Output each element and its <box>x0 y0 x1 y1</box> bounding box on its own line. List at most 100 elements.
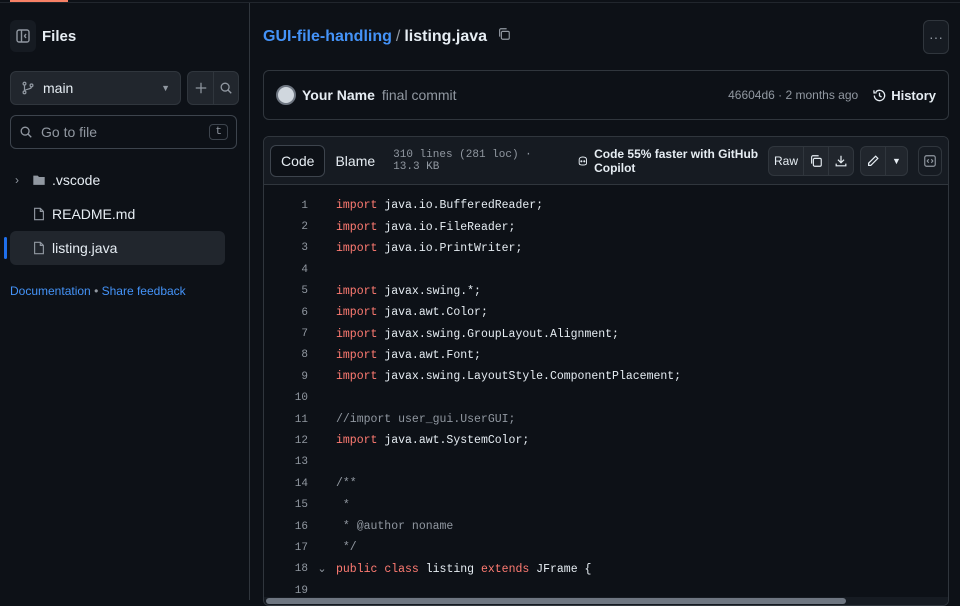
code-line: 5 import javax.swing.*; <box>264 281 948 302</box>
line-number[interactable]: 7 <box>264 328 308 340</box>
scrollbar-thumb[interactable] <box>266 598 846 604</box>
code-keyword: import <box>336 220 378 234</box>
line-number[interactable]: 8 <box>264 349 308 361</box>
code-keyword: import <box>336 370 378 384</box>
code-text: /** <box>336 477 357 490</box>
tab-blame[interactable]: Blame <box>325 145 385 177</box>
code-keyword: import <box>336 306 378 320</box>
latest-commit-bar: Your Name final commit 46604d6 · 2 month… <box>263 70 949 120</box>
copilot-label: Code 55% faster with GitHub Copilot <box>594 146 759 175</box>
code-line: 8 import java.awt.Font; <box>264 345 948 366</box>
code-line: 6 import java.awt.Color; <box>264 302 948 323</box>
line-number[interactable]: 19 <box>264 585 308 597</box>
branch-controls: main ▼ <box>10 71 239 105</box>
tree-item-listing-java[interactable]: listing.java <box>4 231 225 265</box>
code-text: //import user_gui.UserGUI; <box>336 413 515 426</box>
file-icon <box>34 241 44 255</box>
line-number[interactable]: 16 <box>264 521 308 533</box>
share-feedback-link[interactable]: Share feedback <box>102 284 186 298</box>
copilot-icon <box>579 156 588 165</box>
commit-meta[interactable]: 46604d6 · 2 months ago <box>728 88 858 102</box>
add-file-button[interactable] <box>188 72 213 104</box>
chevron-right-icon[interactable]: › <box>10 173 24 187</box>
history-button[interactable]: History <box>872 88 936 103</box>
code-line: 13 <box>264 452 948 473</box>
file-info: 310 lines (281 loc) · 13.3 KB <box>393 148 532 173</box>
branch-selector[interactable]: main ▼ <box>10 71 181 105</box>
file-header-toolbar: Code Blame 310 lines (281 loc) · 13.3 KB… <box>264 137 948 185</box>
code-line: 18 ⌄ public class listing extends JFrame { <box>264 559 948 580</box>
edit-options-button[interactable]: ▼ <box>885 146 907 175</box>
tree-item-label: listing.java <box>52 240 118 256</box>
code-token: javax.swing.LayoutStyle.ComponentPlaceme… <box>377 370 682 384</box>
line-number[interactable]: 6 <box>264 307 308 319</box>
go-to-file-input[interactable]: Go to file t <box>10 115 237 149</box>
file-tree-sidebar: Files main ▼ Go to file t › .vscode READ… <box>0 3 250 600</box>
line-number[interactable]: 18 <box>264 563 308 575</box>
code-text: import javax.swing.GroupLayout.Alignment… <box>336 328 619 341</box>
code-viewer[interactable]: 1 import java.io.BufferedReader; 2 import j… <box>264 185 948 601</box>
code-line: 10 <box>264 388 948 409</box>
line-number[interactable]: 13 <box>264 456 308 468</box>
tree-item-label: .vscode <box>52 172 101 188</box>
sidebar-header: Files <box>10 20 76 52</box>
commit-message[interactable]: final commit <box>382 87 457 103</box>
commit-author[interactable]: Your Name <box>302 87 375 103</box>
breadcrumb-repo-link[interactable]: GUI-file-handling <box>263 28 392 46</box>
line-number[interactable]: 5 <box>264 285 308 297</box>
sidebar-collapse-icon <box>16 29 30 43</box>
avatar[interactable] <box>276 85 296 105</box>
raw-button[interactable]: Raw <box>769 147 803 175</box>
code-keyword: class <box>384 562 419 576</box>
code-line: 2 import java.io.FileReader; <box>264 216 948 237</box>
tree-action-group <box>187 71 239 105</box>
copilot-promo[interactable]: Code 55% faster with GitHub Copilot <box>577 147 768 175</box>
code-line: 7 import javax.swing.GroupLayout.Alignmen… <box>264 323 948 344</box>
tab-code[interactable]: Code <box>270 144 326 177</box>
code-text: import java.io.BufferedReader; <box>336 199 543 212</box>
code-token: java.io.BufferedReader; <box>377 199 544 213</box>
line-number[interactable]: 14 <box>264 478 308 490</box>
fold-toggle[interactable]: ⌄ <box>308 562 336 576</box>
line-number[interactable]: 9 <box>264 371 308 383</box>
tree-item-readme[interactable]: README.md <box>0 197 250 231</box>
code-text: import java.io.FileReader; <box>336 221 515 234</box>
line-number[interactable]: 11 <box>264 414 308 426</box>
copy-raw-button[interactable] <box>803 146 828 175</box>
line-number[interactable]: 17 <box>264 542 308 554</box>
code-comment: * <box>336 498 350 512</box>
line-number[interactable]: 2 <box>264 221 308 233</box>
symbols-button[interactable] <box>918 145 942 176</box>
code-comment: //import user_gui.UserGUI; <box>336 413 516 427</box>
more-options-button[interactable]: ··· <box>923 20 949 54</box>
download-button[interactable] <box>828 146 853 175</box>
branch-name: main <box>43 80 74 96</box>
copy-path-button[interactable] <box>497 27 511 46</box>
search-icon <box>20 126 32 138</box>
edit-button[interactable] <box>861 147 885 175</box>
code-line: 3 import java.io.PrintWriter; <box>264 238 948 259</box>
code-text: public class listing extends JFrame { <box>336 563 591 576</box>
tree-item-label: README.md <box>52 206 136 222</box>
code-keyword: import <box>336 327 378 341</box>
search-files-button[interactable] <box>213 72 238 104</box>
line-number[interactable]: 1 <box>264 200 308 212</box>
code-token: listing <box>418 562 481 576</box>
line-number[interactable]: 12 <box>264 435 308 447</box>
documentation-link[interactable]: Documentation <box>10 284 91 298</box>
code-line: 4 <box>264 259 948 280</box>
tree-item-vscode[interactable]: › .vscode <box>0 163 250 197</box>
line-number[interactable]: 10 <box>264 392 308 404</box>
code-line: 17 */ <box>264 537 948 558</box>
line-number[interactable]: 4 <box>264 264 308 276</box>
collapse-sidebar-button[interactable] <box>10 20 36 52</box>
sidebar-title: Files <box>42 27 77 45</box>
code-token: java.io.FileReader; <box>377 220 516 234</box>
kebab-icon: ··· <box>929 29 943 45</box>
line-number[interactable]: 15 <box>264 499 308 511</box>
code-line: 15 * <box>264 494 948 515</box>
line-number[interactable]: 3 <box>264 242 308 254</box>
horizontal-scrollbar[interactable] <box>264 597 948 605</box>
code-square-icon <box>924 154 936 167</box>
download-icon <box>835 155 847 166</box>
